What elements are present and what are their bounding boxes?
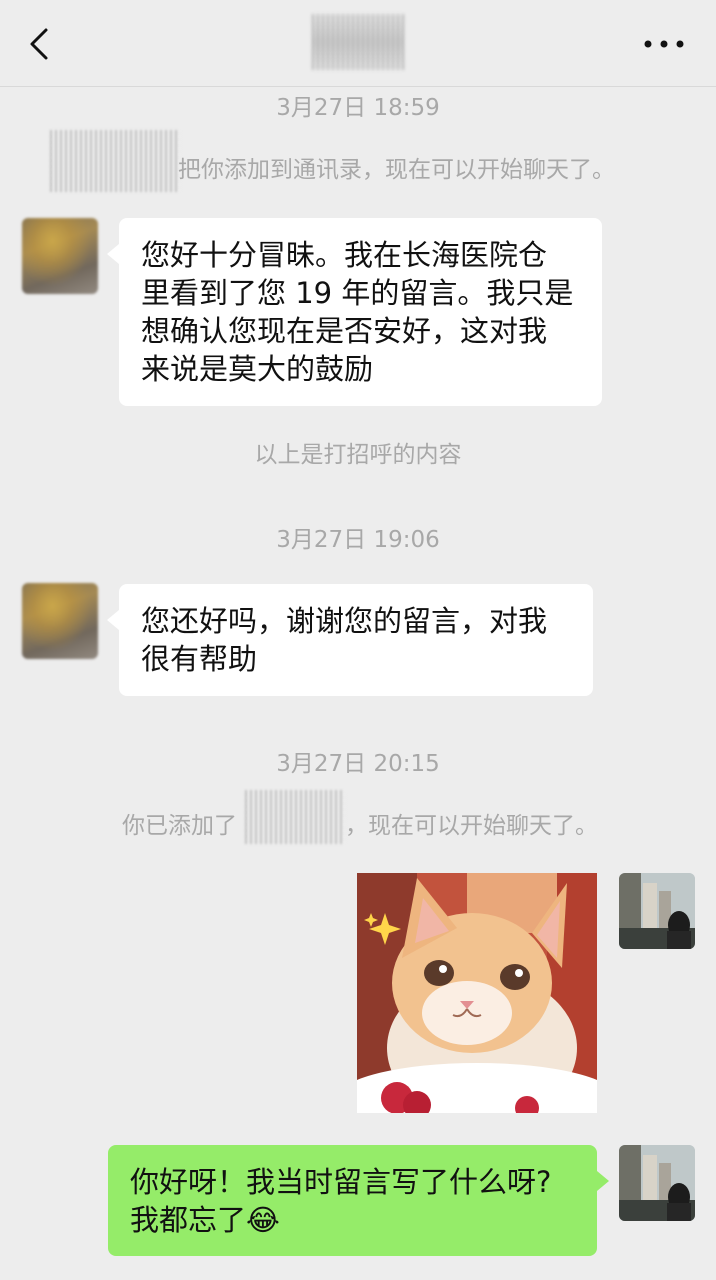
- system-message-suffix: ，现在可以开始聊天了。: [345, 813, 598, 839]
- message-bubble-outgoing[interactable]: 你好呀！我当时留言写了什么呀? 我都忘了😂: [108, 1145, 609, 1256]
- timestamp: 3月27日 20:15: [276, 751, 440, 777]
- chat-header: [0, 0, 716, 87]
- message-bubble-incoming[interactable]: 您好十分冒昧。我在长海医院仓 里看到了您 19 年的留言。我只是 想确认您现在是…: [107, 218, 602, 406]
- chevron-left-icon: [30, 28, 48, 60]
- message-text: 里看到了您 19 年的留言。我只是: [141, 276, 574, 310]
- more-dots-icon: [644, 40, 684, 48]
- message-bubble-incoming[interactable]: 您还好吗，谢谢您的留言，对我 很有帮助: [107, 584, 593, 696]
- avatar-photo: [619, 1145, 695, 1221]
- avatar[interactable]: [22, 218, 98, 294]
- back-button[interactable]: [22, 24, 62, 64]
- avatar[interactable]: [22, 583, 98, 659]
- chat-title-redacted: [312, 14, 404, 70]
- avatar-photo: [619, 873, 695, 949]
- laughing-emoji: 😂: [246, 1203, 280, 1237]
- redacted-name: [50, 130, 180, 192]
- avatar[interactable]: [619, 873, 695, 949]
- more-button[interactable]: [640, 30, 688, 58]
- message-text: 您还好吗，谢谢您的留言，对我: [141, 604, 548, 638]
- message-text: 您好十分冒昧。我在长海医院仓: [141, 238, 548, 272]
- cat-sticker-image: [357, 873, 597, 1113]
- timestamp: 3月27日 19:06: [276, 527, 440, 553]
- timestamp: 3月27日 18:59: [276, 95, 440, 121]
- system-message: 把你添加到通讯录，现在可以开始聊天了。: [178, 157, 615, 183]
- avatar[interactable]: [619, 1145, 695, 1221]
- message-text: 来说是莫大的鼓励: [141, 352, 374, 386]
- system-message: 以上是打招呼的内容: [254, 442, 462, 468]
- message-text: 我都忘了: [130, 1203, 247, 1237]
- redacted-name: [245, 790, 345, 844]
- cat-sticker[interactable]: [357, 873, 597, 1113]
- message-text: 很有帮助: [141, 642, 258, 676]
- message-text: 你好呀！我当时留言写了什么呀?: [130, 1165, 552, 1199]
- system-message-prefix: 你已添加了: [122, 813, 237, 839]
- message-text: 想确认您现在是否安好，这对我: [141, 314, 548, 348]
